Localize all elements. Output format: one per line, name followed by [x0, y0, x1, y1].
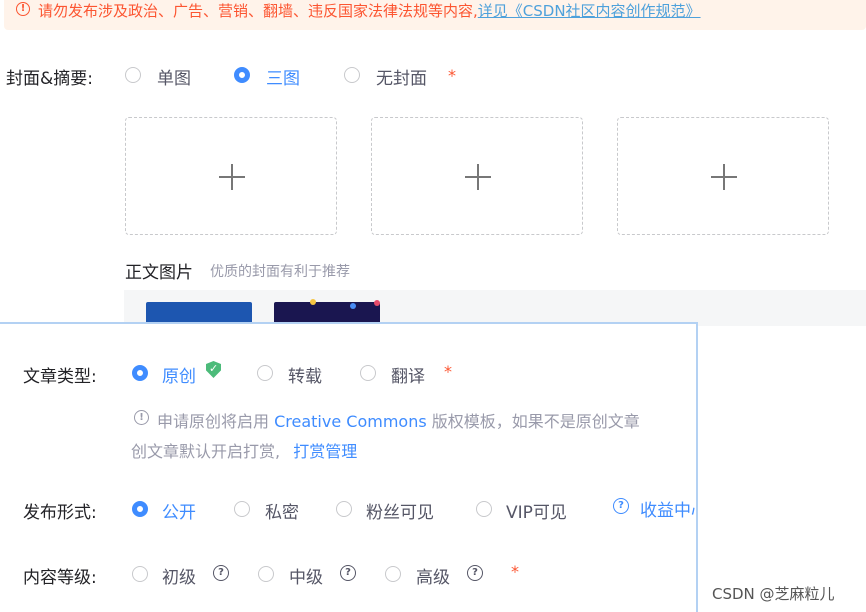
- warning-icon: !: [16, 2, 30, 16]
- cover-single-radio[interactable]: [125, 67, 141, 83]
- article-type-label: 文章类型:: [23, 367, 97, 387]
- cover-upload-1[interactable]: [125, 117, 337, 235]
- revenue-center-link[interactable]: 收益中心: [640, 496, 696, 521]
- cover-label: 封面&摘要:: [6, 69, 93, 89]
- publish-fans-label[interactable]: 粉丝可见: [366, 498, 434, 523]
- help-icon[interactable]: ?: [340, 565, 356, 581]
- body-images-title: 正文图片: [125, 263, 193, 283]
- article-type-repost-radio[interactable]: [257, 365, 273, 381]
- level-beginner-radio[interactable]: [132, 566, 148, 582]
- publish-fans-radio[interactable]: [336, 501, 352, 517]
- publish-vip-label[interactable]: VIP可见: [506, 498, 567, 523]
- help-icon[interactable]: ?: [213, 565, 229, 581]
- reward-management-link[interactable]: 打赏管理: [293, 442, 357, 461]
- original-hint-line2: 创文章默认开启打赏, 打赏管理: [131, 442, 358, 461]
- level-advanced-label[interactable]: 高级: [416, 563, 450, 588]
- cover-none-radio[interactable]: [344, 67, 360, 83]
- notice-message: 请勿发布涉及政治、广告、营销、翻墙、违反国家法律法规等内容,: [38, 2, 478, 20]
- content-level-label: 内容等级:: [23, 568, 97, 588]
- cover-upload-3[interactable]: [617, 117, 829, 235]
- publish-vip-radio[interactable]: [476, 501, 492, 517]
- help-icon[interactable]: ?: [467, 565, 483, 581]
- creative-commons-link[interactable]: Creative Commons: [274, 412, 427, 431]
- article-type-original-label[interactable]: 原创: [162, 362, 196, 387]
- article-type-original-radio[interactable]: [132, 365, 148, 381]
- article-type-repost-label[interactable]: 转载: [288, 362, 322, 387]
- watermark: CSDN @芝麻粒儿: [712, 585, 835, 603]
- cover-none-label[interactable]: 无封面: [376, 64, 427, 89]
- publish-private-radio[interactable]: [234, 501, 250, 517]
- level-beginner-label[interactable]: 初级: [162, 563, 196, 588]
- help-icon[interactable]: ?: [613, 498, 629, 514]
- notice-text: 请勿发布涉及政治、广告、营销、翻墙、违反国家法律法规等内容,详见《CSDN社区内…: [38, 0, 701, 21]
- info-icon: !: [134, 410, 149, 425]
- required-mark: *: [511, 562, 519, 581]
- publish-public-label[interactable]: 公开: [162, 498, 196, 523]
- cover-three-label[interactable]: 三图: [266, 64, 300, 89]
- article-type-translate-radio[interactable]: [360, 365, 376, 381]
- body-images-hint: 优质的封面有利于推荐: [210, 264, 350, 280]
- publish-private-label[interactable]: 私密: [265, 498, 299, 523]
- original-hint-line1: 申请原创将启用 Creative Commons 版权模板，如果不是原创文章: [157, 412, 640, 431]
- level-intermediate-radio[interactable]: [258, 566, 274, 582]
- required-mark: *: [444, 362, 452, 381]
- article-type-translate-label[interactable]: 翻译: [391, 362, 425, 387]
- cover-upload-2[interactable]: [371, 117, 583, 235]
- publish-form-label: 发布形式:: [23, 503, 97, 523]
- community-guidelines-link[interactable]: 详见《CSDN社区内容创作规范》: [478, 2, 701, 20]
- level-advanced-radio[interactable]: [385, 566, 401, 582]
- notice-banner: ! 请勿发布涉及政治、广告、营销、翻墙、违反国家法律法规等内容,详见《CSDN社…: [4, 0, 866, 30]
- cover-three-radio[interactable]: [234, 67, 250, 83]
- required-mark: *: [448, 66, 456, 85]
- publish-public-radio[interactable]: [132, 501, 148, 517]
- cover-single-label[interactable]: 单图: [157, 64, 191, 89]
- level-intermediate-label[interactable]: 中级: [289, 563, 323, 588]
